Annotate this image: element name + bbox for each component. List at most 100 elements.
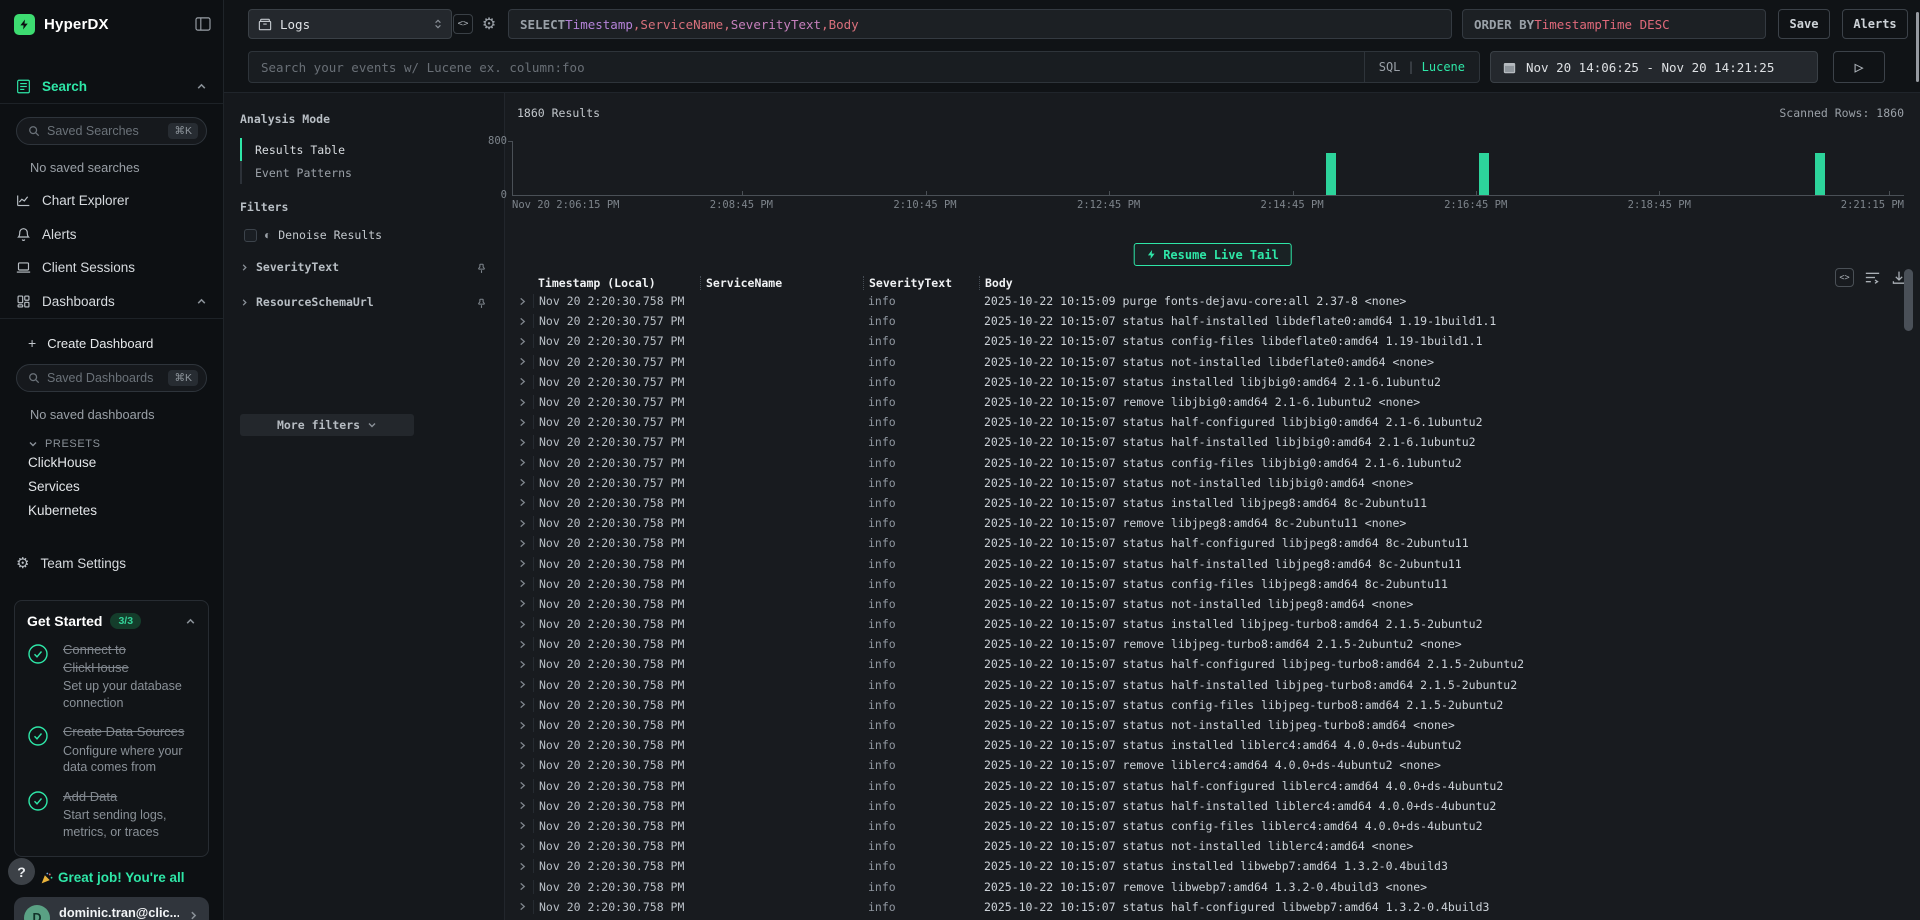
table-row[interactable]: Nov 20 2:20:30.758 PMinfo2025-10-22 10:1… [510,493,1898,513]
pin-icon[interactable] [475,296,488,309]
table-row[interactable]: Nov 20 2:20:30.758 PMinfo2025-10-22 10:1… [510,594,1898,614]
chart-bar[interactable] [1326,153,1336,195]
select-query-input[interactable]: SELECT Timestamp,ServiceName,SeverityTex… [508,9,1452,39]
search-input[interactable] [249,60,1364,75]
expand-row-icon[interactable] [510,418,533,427]
expand-row-icon[interactable] [510,377,533,386]
mode-results-table[interactable]: Results Table [240,138,488,161]
table-row[interactable]: Nov 20 2:20:30.757 PMinfo2025-10-22 10:1… [510,311,1898,331]
expand-row-icon[interactable] [510,357,533,366]
table-row[interactable]: Nov 20 2:20:30.757 PMinfo2025-10-22 10:1… [510,392,1898,412]
mode-event-patterns[interactable]: Event Patterns [240,161,488,184]
table-row[interactable]: Nov 20 2:20:30.757 PMinfo2025-10-22 10:1… [510,453,1898,473]
table-row[interactable]: Nov 20 2:20:30.758 PMinfo2025-10-22 10:1… [510,533,1898,553]
table-row[interactable]: Nov 20 2:20:30.758 PMinfo2025-10-22 10:1… [510,836,1898,856]
expand-row-icon[interactable] [510,741,533,750]
chart-bar[interactable] [1479,153,1489,195]
preset-kubernetes[interactable]: Kubernetes [28,503,97,518]
sidebar-item-search[interactable]: Search [0,74,223,98]
expand-row-icon[interactable] [510,579,533,588]
expand-row-icon[interactable] [510,700,533,709]
expand-row-icon[interactable] [510,862,533,871]
preset-clickhouse[interactable]: ClickHouse [28,455,96,470]
expand-row-icon[interactable] [510,478,533,487]
table-row[interactable]: Nov 20 2:20:30.758 PMinfo2025-10-22 10:1… [510,897,1898,917]
pin-icon[interactable] [475,261,488,274]
filter-group-resourceschemaurl[interactable]: ResourceSchemaUrl [240,293,488,311]
source-select[interactable]: Logs [248,9,452,39]
table-row[interactable]: Nov 20 2:20:30.758 PMinfo2025-10-22 10:1… [510,816,1898,836]
col-header-timestamp[interactable]: Timestamp (Local) [533,276,700,290]
expand-row-icon[interactable] [510,337,533,346]
sidebar-item-team-settings[interactable]: ⚙ Team Settings [0,551,223,575]
sidebar-item-alerts[interactable]: Alerts [0,222,223,246]
save-button[interactable]: Save [1778,9,1830,39]
col-header-servicename[interactable]: ServiceName [700,276,863,290]
collapse-sidebar-icon[interactable] [195,17,211,31]
table-row[interactable]: Nov 20 2:20:30.757 PMinfo2025-10-22 10:1… [510,331,1898,351]
expand-row-icon[interactable] [510,640,533,649]
presets-toggle[interactable]: PRESETS [0,432,223,456]
table-row[interactable]: Nov 20 2:20:30.757 PMinfo2025-10-22 10:1… [510,473,1898,493]
settings-gear-icon[interactable]: ⚙ [479,13,499,35]
table-row[interactable]: Nov 20 2:20:30.758 PMinfo2025-10-22 10:1… [510,695,1898,715]
table-row[interactable]: Nov 20 2:20:30.757 PMinfo2025-10-22 10:1… [510,432,1898,452]
table-row[interactable]: Nov 20 2:20:30.758 PMinfo2025-10-22 10:1… [510,796,1898,816]
expand-row-icon[interactable] [510,398,533,407]
table-row[interactable]: Nov 20 2:20:30.758 PMinfo2025-10-22 10:1… [510,634,1898,654]
table-row[interactable]: Nov 20 2:20:30.757 PMinfo2025-10-22 10:1… [510,372,1898,392]
col-header-severitytext[interactable]: SeverityText [863,276,979,290]
more-filters-button[interactable]: More filters [240,414,414,436]
create-dashboard-button[interactable]: + Create Dashboard [0,331,223,355]
expand-row-icon[interactable] [510,902,533,911]
table-row[interactable]: Nov 20 2:20:30.758 PMinfo2025-10-22 10:1… [510,513,1898,533]
expand-row-icon[interactable] [510,620,533,629]
col-header-body[interactable]: Body [979,276,1898,290]
expand-row-icon[interactable] [510,539,533,548]
expand-row-icon[interactable] [510,458,533,467]
code-editor-icon[interactable]: <> [453,14,473,34]
alerts-button[interactable]: Alerts [1842,9,1908,39]
table-row[interactable]: Nov 20 2:20:30.757 PMinfo2025-10-22 10:1… [510,412,1898,432]
expand-row-icon[interactable] [510,438,533,447]
denoise-results-row[interactable]: ◐ Denoise Results [240,226,488,244]
table-row[interactable]: Nov 20 2:20:30.758 PMinfo2025-10-22 10:1… [510,776,1898,796]
expand-row-icon[interactable] [510,680,533,689]
saved-dashboards-input[interactable]: Saved Dashboards ⌘K [16,364,207,392]
expand-row-icon[interactable] [510,761,533,770]
expand-row-icon[interactable] [510,721,533,730]
filter-group-severitytext[interactable]: SeverityText [240,258,488,276]
get-started-step[interactable]: Create Data Sources Configure where your… [27,723,196,776]
expand-row-icon[interactable] [510,660,533,669]
table-row[interactable]: Nov 20 2:20:30.758 PMinfo2025-10-22 10:1… [510,735,1898,755]
help-button[interactable]: ? [8,858,35,885]
sidebar-item-dashboards[interactable]: Dashboards [0,289,223,313]
table-scrollbar[interactable] [1904,269,1913,331]
table-row[interactable]: Nov 20 2:20:30.758 PMinfo2025-10-22 10:1… [510,675,1898,695]
run-query-button[interactable]: ▷ [1833,51,1885,83]
table-row[interactable]: Nov 20 2:20:30.758 PMinfo2025-10-22 10:1… [510,715,1898,735]
sidebar-item-chart-explorer[interactable]: Chart Explorer [0,188,223,212]
table-row[interactable]: Nov 20 2:20:30.758 PMinfo2025-10-22 10:1… [510,291,1898,311]
chart-bar[interactable] [1815,153,1825,195]
expand-row-icon[interactable] [510,559,533,568]
saved-searches-input[interactable]: Saved Searches ⌘K [16,117,207,145]
sidebar-item-client-sessions[interactable]: Client Sessions [0,255,223,279]
orderby-query-input[interactable]: ORDER BY TimestampTime DESC [1462,9,1766,39]
table-row[interactable]: Nov 20 2:20:30.758 PMinfo2025-10-22 10:1… [510,614,1898,634]
user-menu[interactable]: D dominic.tran@clic... dominic.tran@clic… [14,897,209,920]
get-started-step[interactable]: Connect to ClickHouse Set up your databa… [27,641,196,711]
table-row[interactable]: Nov 20 2:20:30.757 PMinfo2025-10-22 10:1… [510,352,1898,372]
table-row[interactable]: Nov 20 2:20:30.758 PMinfo2025-10-22 10:1… [510,654,1898,674]
preset-services[interactable]: Services [28,479,80,494]
table-row[interactable]: Nov 20 2:20:30.758 PMinfo2025-10-22 10:1… [510,856,1898,876]
expand-row-icon[interactable] [510,297,533,306]
expand-row-icon[interactable] [510,842,533,851]
window-scrollbar[interactable] [1916,12,1919,82]
resume-live-tail-button[interactable]: Resume Live Tail [1133,243,1292,266]
expand-row-icon[interactable] [510,801,533,810]
expand-row-icon[interactable] [510,821,533,830]
table-row[interactable]: Nov 20 2:20:30.758 PMinfo2025-10-22 10:1… [510,755,1898,775]
expand-row-icon[interactable] [510,599,533,608]
expand-row-icon[interactable] [510,317,533,326]
